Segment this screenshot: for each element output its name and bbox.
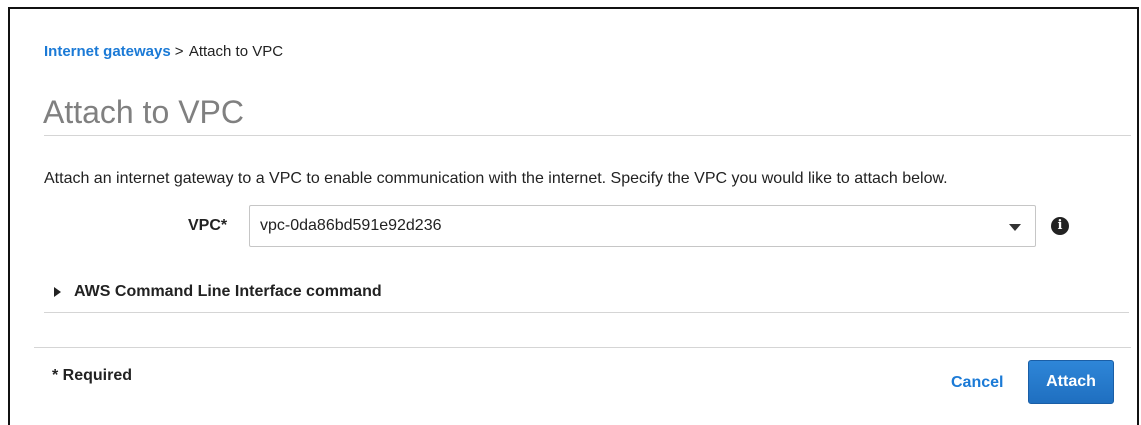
cli-command-toggle[interactable]: AWS Command Line Interface command: [54, 282, 382, 302]
breadcrumb-current: Attach to VPC: [188, 43, 284, 60]
cli-command-label: AWS Command Line Interface command: [74, 283, 382, 300]
breadcrumb-link-internet-gateways[interactable]: Internet gateways: [44, 43, 171, 60]
cancel-button[interactable]: Cancel: [951, 373, 1003, 393]
page-title: Attach to VPC: [43, 94, 244, 130]
breadcrumb: Internet gateways > Attach to VPC: [44, 43, 283, 61]
description-text: Attach an internet gateway to a VPC to e…: [44, 170, 948, 187]
caret-down-icon: [1009, 224, 1021, 231]
vpc-field-label: VPC*: [188, 217, 228, 234]
info-icon[interactable]: i: [1051, 217, 1069, 235]
cli-divider: [44, 312, 1129, 313]
attach-button[interactable]: Attach: [1028, 360, 1114, 404]
vpc-select-value: vpc-0da86bd591e92d236: [260, 217, 442, 234]
footer-divider: [34, 347, 1131, 348]
title-divider: [44, 135, 1131, 136]
breadcrumb-separator: >: [174, 43, 184, 60]
vpc-select[interactable]: vpc-0da86bd591e92d236: [249, 205, 1036, 247]
triangle-right-icon: [54, 287, 61, 297]
required-note: * Required: [52, 367, 133, 384]
